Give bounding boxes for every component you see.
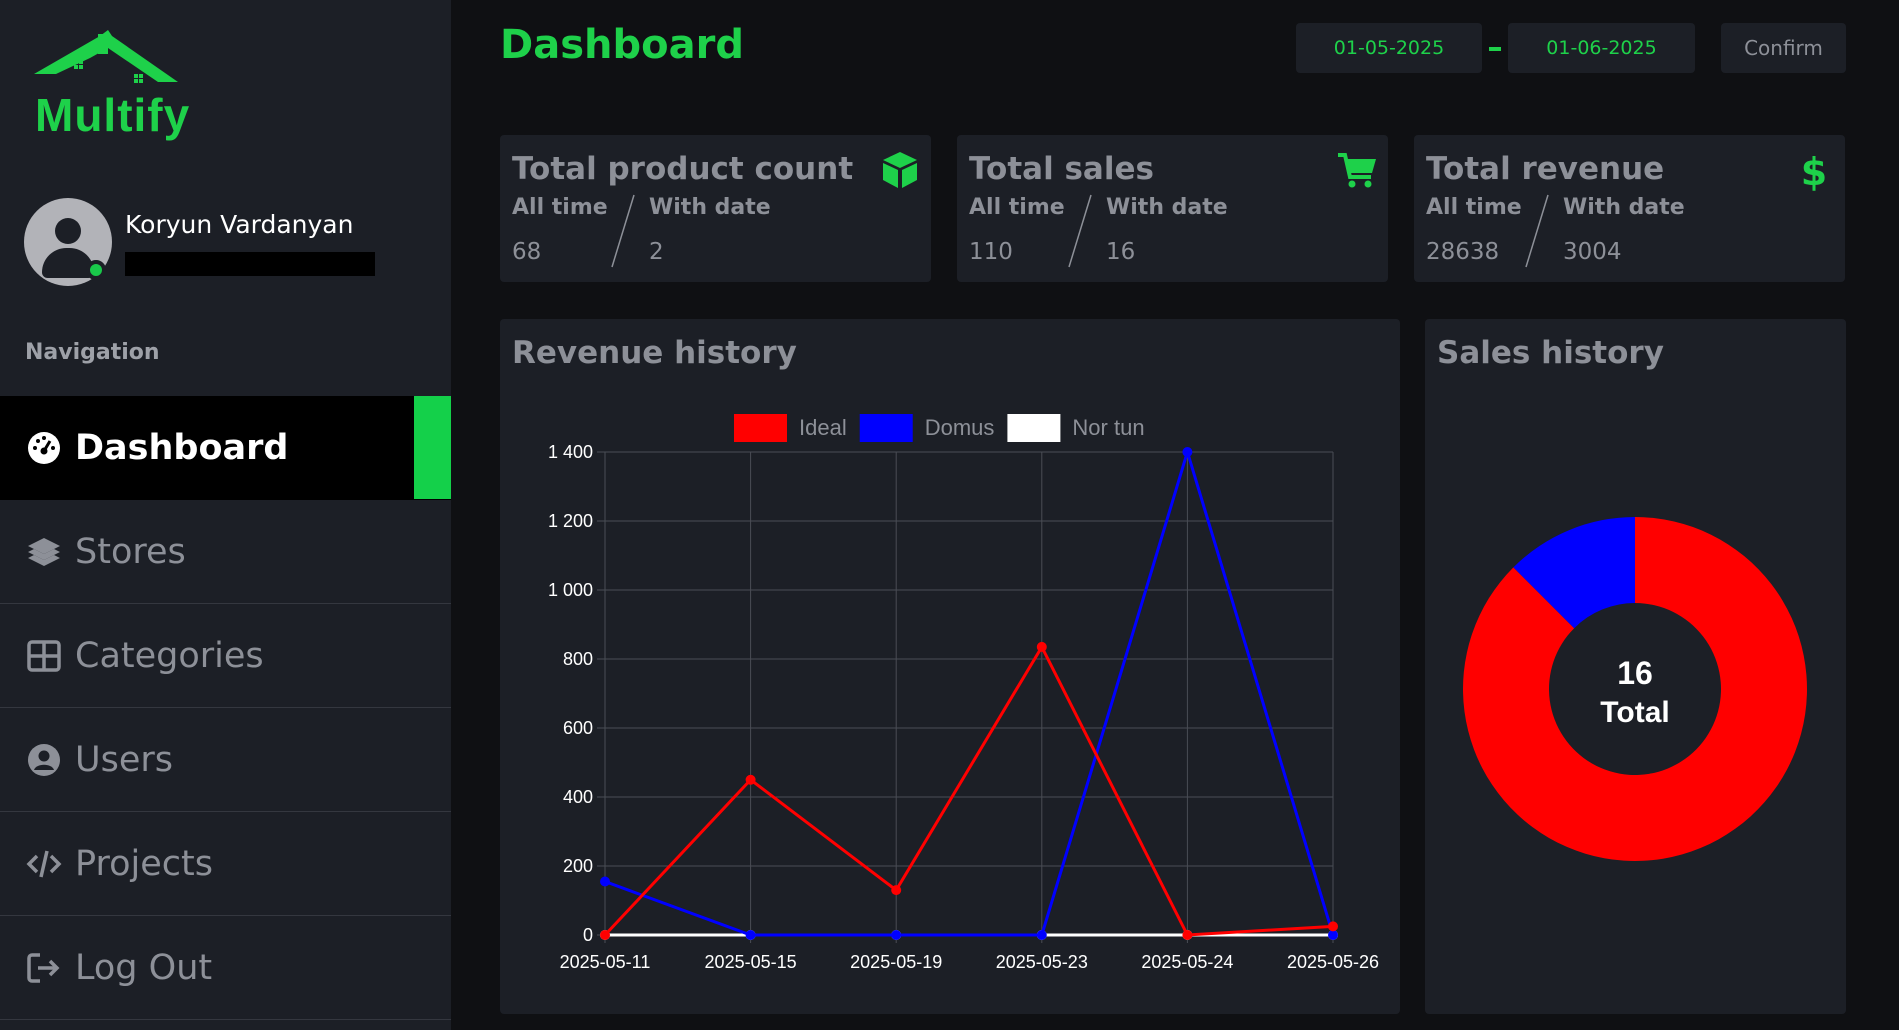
legend-label[interactable]: Ideal: [799, 415, 847, 440]
redacted-user-detail: [125, 252, 375, 276]
nav-heading: Navigation: [25, 340, 160, 365]
user-name: Koryun Vardanyan: [125, 210, 354, 239]
sidebar-item-label: Users: [75, 739, 174, 780]
sidebar-item-categories[interactable]: Categories: [0, 604, 451, 708]
data-point[interactable]: [745, 930, 756, 940]
y-tick-label: 400: [563, 787, 593, 807]
card-title: Total sales: [969, 151, 1154, 187]
data-point[interactable]: [745, 774, 756, 785]
sidebar-item-label: Log Out: [75, 947, 213, 988]
grid-icon: [25, 637, 63, 675]
sidebar-item-label: Categories: [75, 635, 264, 676]
sidebar-item-logout[interactable]: Log Out: [0, 916, 451, 1020]
y-tick-label: 1 400: [548, 442, 593, 462]
all-time-label: All time: [969, 195, 1065, 220]
donut-center-value: 16: [1617, 655, 1653, 691]
page-title: Dashboard: [500, 22, 744, 68]
user-circle-icon: [25, 741, 63, 779]
all-time-label: All time: [512, 195, 608, 220]
svg-text:$: $: [1801, 150, 1827, 191]
sidebar-item-projects[interactable]: Projects: [0, 812, 451, 916]
x-tick-label: 2025-05-23: [996, 952, 1088, 972]
data-point[interactable]: [891, 885, 902, 896]
sidebar-item-label: Dashboard: [75, 428, 289, 468]
with-date-value: 2: [649, 239, 664, 265]
data-point[interactable]: [891, 930, 902, 940]
data-point[interactable]: [600, 876, 610, 887]
sidebar-nav: Dashboard Stores Categories Users Projec…: [0, 396, 451, 1020]
donut-center-label: Total: [1600, 696, 1669, 729]
data-point[interactable]: [600, 930, 610, 940]
active-indicator: [414, 396, 451, 499]
date-to-input[interactable]: 01-06-2025: [1508, 23, 1695, 73]
stat-card-products: Total product count All time With date 6…: [500, 135, 931, 282]
card-title: Total product count: [512, 151, 854, 187]
data-point[interactable]: [1036, 930, 1047, 940]
code-icon: [25, 845, 63, 883]
data-point[interactable]: [1036, 641, 1047, 652]
x-tick-label: 2025-05-19: [850, 952, 942, 972]
sidebar: Multify Koryun Vardanyan Navigation Dash…: [0, 0, 451, 1030]
dollar-icon: $: [1801, 150, 1827, 191]
divider-slash: [1068, 194, 1092, 268]
date-range-separator: [1489, 47, 1501, 51]
with-date-value: 3004: [1563, 239, 1622, 265]
brand-name: Multify: [35, 89, 191, 141]
series-line: [603, 643, 1334, 937]
data-point[interactable]: [1328, 921, 1338, 932]
dashboard-gauge-icon: [25, 429, 63, 467]
all-time-value: 68: [512, 239, 542, 265]
series-line: [604, 446, 1335, 937]
box-icon: [883, 152, 917, 188]
with-date-value: 16: [1106, 239, 1136, 265]
x-tick-label: 2025-05-11: [560, 952, 651, 972]
all-time-value: 28638: [1426, 239, 1500, 265]
legend-swatch[interactable]: [859, 414, 913, 442]
all-time-label: All time: [1426, 195, 1522, 220]
y-tick-label: 0: [583, 925, 593, 945]
y-tick-label: 1 200: [548, 511, 593, 531]
cart-icon: [1338, 153, 1376, 188]
logout-icon: [25, 949, 63, 987]
all-time-value: 110: [969, 239, 1013, 265]
with-date-label: With date: [1563, 195, 1685, 220]
x-tick-label: 2025-05-26: [1287, 952, 1379, 972]
date-from-input[interactable]: 01-05-2025: [1296, 23, 1482, 73]
legend-swatch[interactable]: [734, 414, 787, 442]
sidebar-item-label: Stores: [75, 531, 186, 572]
revenue-history-panel: Revenue history 0 200 400 600 800 1 000 1 200 1…: [500, 319, 1400, 1014]
stat-card-sales: Total sales All time With date 110 16: [957, 135, 1388, 282]
revenue-line-chart: 0 200 400 600 800 1 000 1 200 1 400 2025-05-11 20…: [548, 414, 1379, 972]
layers-icon: [25, 533, 63, 571]
online-status-dot: [86, 260, 106, 280]
data-point[interactable]: [1182, 447, 1193, 457]
divider-slash: [611, 194, 635, 268]
x-tick-label: 2025-05-24: [1141, 952, 1233, 972]
with-date-label: With date: [649, 195, 771, 220]
data-point[interactable]: [1328, 930, 1338, 940]
legend-label[interactable]: Domus: [925, 415, 995, 440]
legend-label[interactable]: Nor tun: [1072, 415, 1144, 440]
card-title: Total revenue: [1426, 151, 1665, 187]
sidebar-item-stores[interactable]: Stores: [0, 500, 451, 604]
stat-card-revenue: Total revenue $ All time With date 28638…: [1414, 135, 1845, 282]
sidebar-item-label: Projects: [75, 843, 213, 884]
divider-slash: [1525, 194, 1549, 268]
y-tick-label: 200: [563, 856, 593, 876]
sales-donut-chart: 16 Total: [1463, 517, 1807, 861]
sidebar-item-dashboard[interactable]: Dashboard: [0, 396, 451, 500]
data-point[interactable]: [1182, 930, 1193, 940]
confirm-button[interactable]: Confirm: [1721, 23, 1846, 73]
y-tick-label: 1 000: [548, 580, 593, 600]
sales-history-panel: Sales history 16 Total: [1425, 319, 1846, 1014]
x-tick-label: 2025-05-15: [705, 952, 797, 972]
with-date-label: With date: [1106, 195, 1228, 220]
y-tick-label: 600: [563, 718, 593, 738]
y-tick-label: 800: [563, 649, 593, 669]
sidebar-item-users[interactable]: Users: [0, 708, 451, 812]
legend-swatch[interactable]: [1007, 414, 1061, 442]
